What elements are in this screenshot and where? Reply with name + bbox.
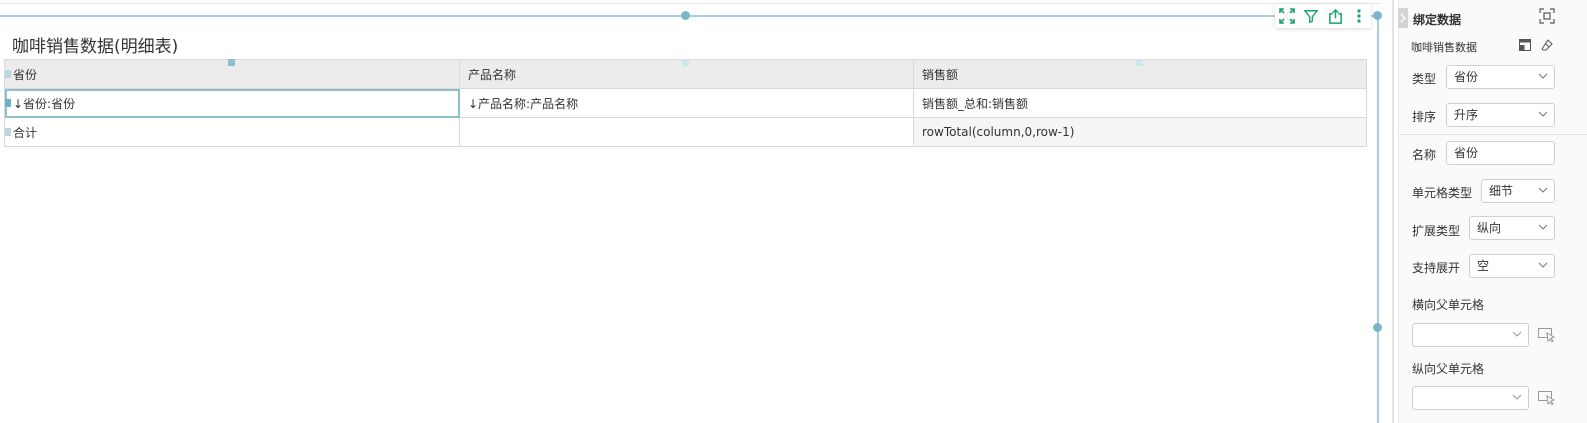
table-detail-row: ↓省份:省份 ↓产品名称:产品名称 销售额_总和:销售额 (4, 88, 1367, 118)
table-header-row: 省份 产品名称 销售额 (4, 59, 1367, 89)
type-select[interactable]: 省份 (1446, 65, 1555, 89)
panel-splitter[interactable] (1392, 0, 1394, 423)
chevron-right-icon (1400, 13, 1406, 23)
report-table: 省份 产品名称 销售额 ↓省份:省份 ↓产品名称:产品名称 销售额_总和:销售额 (4, 59, 1367, 147)
panel-divider (1398, 134, 1587, 135)
h-parent-select[interactable] (1412, 323, 1529, 347)
sort-value: 升序 (1454, 108, 1479, 122)
chevron-down-icon (1512, 331, 1522, 337)
chevron-down-icon (1538, 187, 1548, 193)
export-icon[interactable] (1325, 6, 1345, 26)
total-cell-empty[interactable] (459, 117, 914, 147)
cell-picker-icon[interactable] (1538, 328, 1556, 342)
header-cell-province[interactable]: 省份 (4, 59, 460, 89)
selection-border-right[interactable] (1377, 15, 1379, 423)
expand-panel-icon[interactable] (1539, 8, 1555, 24)
detail-cell-product[interactable]: ↓产品名称:产品名称 (459, 88, 914, 118)
resize-handle-top[interactable] (681, 11, 690, 20)
cell-value: ↓省份:省份 (13, 96, 76, 111)
table-total-row: 合计 rowTotal(column,0,row-1) (4, 117, 1367, 147)
v-parent-label: 纵向父单元格 (1412, 362, 1485, 376)
chevron-down-icon (1538, 73, 1548, 79)
cell-marker (5, 128, 11, 136)
type-value: 省份 (1454, 70, 1479, 84)
collapse-panel-button[interactable] (1398, 8, 1408, 28)
fullscreen-icon[interactable] (1277, 6, 1297, 26)
report-title[interactable]: 咖啡销售数据(明细表) (12, 32, 178, 57)
total-cell-label[interactable]: 合计 (4, 117, 460, 147)
dataset-table-icon[interactable] (1519, 39, 1531, 51)
detail-cell-province[interactable]: ↓省份:省份 (4, 88, 460, 118)
component-toolbar (1275, 4, 1371, 28)
header-label: 销售额 (922, 67, 959, 82)
cell-type-value: 细节 (1489, 184, 1514, 198)
support-expand-value: 空 (1477, 259, 1490, 273)
support-expand-select[interactable]: 空 (1469, 254, 1555, 278)
sort-select[interactable]: 升序 (1446, 103, 1555, 127)
eraser-icon[interactable] (1541, 39, 1553, 51)
cell-picker-icon[interactable] (1538, 391, 1556, 405)
cell-marker (5, 99, 11, 107)
name-label: 名称 (1412, 148, 1437, 162)
v-parent-select[interactable] (1412, 386, 1529, 410)
h-parent-label: 横向父单元格 (1412, 298, 1485, 312)
chevron-down-icon (1538, 224, 1548, 230)
sort-label: 排序 (1412, 110, 1437, 124)
cell-type-label: 单元格类型 (1412, 186, 1473, 200)
resize-handle-right[interactable] (1373, 323, 1382, 332)
name-input[interactable]: 省份 (1446, 141, 1555, 165)
cell-value: 合计 (13, 125, 38, 140)
header-label: 产品名称 (468, 67, 517, 82)
type-label: 类型 (1412, 72, 1437, 86)
more-icon[interactable] (1349, 6, 1369, 26)
cell-type-select[interactable]: 细节 (1481, 179, 1555, 203)
header-cell-product[interactable]: 产品名称 (459, 59, 914, 89)
name-value: 省份 (1454, 146, 1479, 160)
header-label: 省份 (13, 67, 38, 82)
expand-type-value: 纵向 (1477, 221, 1502, 235)
column-handle[interactable] (228, 59, 235, 66)
top-divider (0, 3, 1380, 4)
total-cell-formula[interactable]: rowTotal(column,0,row-1) (913, 117, 1367, 147)
report-canvas: 咖啡销售数据(明细表) 省份 产品名称 销售额 ↓省份:省份 ↓产品名称:产品名… (0, 0, 1382, 423)
cell-value: ↓产品名称:产品名称 (468, 96, 579, 111)
chevron-down-icon (1512, 394, 1522, 400)
chevron-down-icon (1538, 111, 1548, 117)
cell-marker (5, 70, 11, 78)
header-cell-sales[interactable]: 销售额 (913, 59, 1367, 89)
chevron-down-icon (1538, 262, 1548, 268)
column-handle[interactable] (682, 59, 689, 66)
cell-value: 销售额_总和:销售额 (922, 96, 1029, 111)
cell-value: rowTotal(column,0,row-1) (922, 125, 1075, 139)
detail-cell-sales[interactable]: 销售额_总和:销售额 (913, 88, 1367, 118)
column-handle[interactable] (1136, 59, 1143, 66)
support-expand-label: 支持展开 (1412, 261, 1461, 275)
panel-title: 绑定数据 (1413, 13, 1462, 27)
dataset-name: 咖啡销售数据 (1411, 41, 1477, 54)
resize-handle-top-right[interactable] (1373, 11, 1382, 20)
expand-type-label: 扩展类型 (1412, 224, 1461, 238)
expand-type-select[interactable]: 纵向 (1469, 216, 1555, 240)
filter-icon[interactable] (1301, 6, 1321, 26)
